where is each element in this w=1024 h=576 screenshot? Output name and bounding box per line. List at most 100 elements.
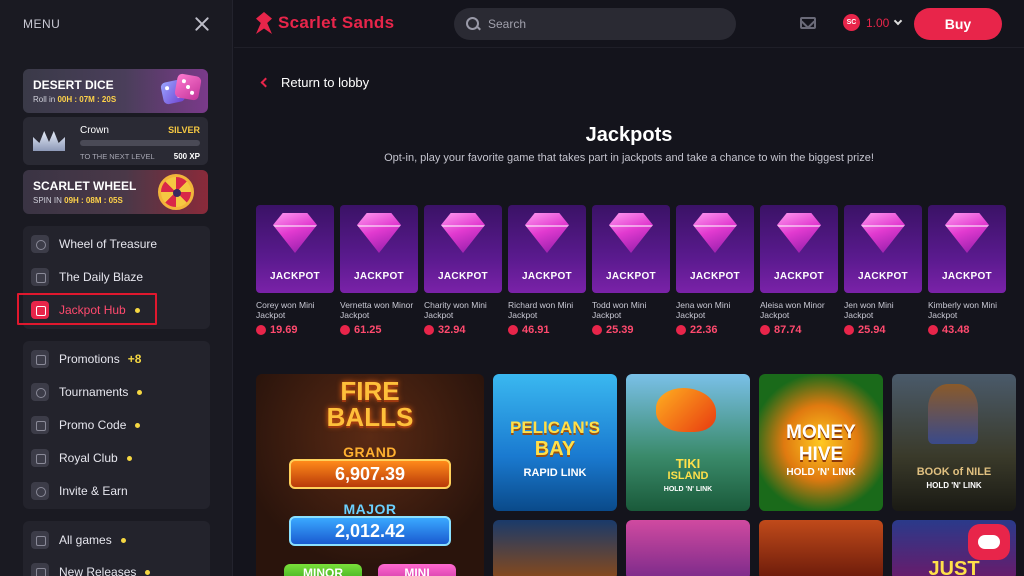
game-tile-temple[interactable]: [759, 520, 883, 576]
jackpot-amount: 43.48: [928, 324, 1006, 336]
dice-icon: [159, 73, 202, 109]
minor-label: MINOR: [284, 564, 362, 576]
scarlet-logo-icon: [256, 12, 272, 34]
crown-level-card[interactable]: Crown SILVER TO THE NEXT LEVEL 500 XP: [23, 117, 208, 165]
sidebar-item-label: Invite & Earn: [59, 484, 128, 498]
jackpot-winner-text: Todd won Mini Jackpot: [592, 300, 647, 320]
sidebar-item-daily-blaze[interactable]: The Daily Blaze: [31, 264, 143, 290]
menu-header: MENU: [0, 0, 232, 48]
desert-dice-card[interactable]: DESERT DICE Roll in 00H : 07M : 20S: [23, 69, 208, 113]
brand-name: Scarlet Sands: [278, 13, 395, 32]
jackpot-art: JACKPOT: [508, 205, 586, 293]
crown-tier: SILVER: [168, 125, 200, 135]
mini-label: MINI: [378, 564, 456, 576]
page-title: Jackpots: [585, 124, 673, 146]
jackpot-card[interactable]: JACKPOT Charity won Mini Jackpot 32.94: [424, 205, 502, 336]
jackpot-card[interactable]: JACKPOT Jena won Mini Jackpot 22.36: [676, 205, 754, 336]
jackpot-card[interactable]: JACKPOT Jen won Mini Jackpot 25.94: [844, 205, 922, 336]
coin-icon: [508, 325, 518, 335]
return-to-lobby-link[interactable]: Return to lobby: [260, 75, 370, 90]
jackpot-amount: 25.39: [592, 324, 670, 336]
page-subtitle: Opt-in, play your favorite game that tak…: [384, 152, 874, 164]
adventurer-icon: [928, 384, 978, 444]
jackpot-card[interactable]: JACKPOT Todd won Mini Jackpot 25.39: [592, 205, 670, 336]
chat-icon: [978, 535, 1000, 549]
sidebar-item-all-games[interactable]: All games: [31, 527, 126, 553]
game-tile-koala[interactable]: [626, 520, 750, 576]
jackpot-art: JACKPOT: [256, 205, 334, 293]
jackpot-card[interactable]: JACKPOT Vernetta won Minor Jackpot 61.25: [340, 205, 418, 336]
search-input[interactable]: [488, 17, 718, 31]
jackpot-winner-text: Jen won Mini Jackpot: [844, 300, 894, 320]
sidebar-item-promo-code[interactable]: Promo Code: [31, 412, 141, 438]
gem-icon: [273, 213, 317, 253]
crown-icon: [29, 125, 69, 157]
scarlet-wheel-card[interactable]: SCARLET WHEEL SPIN IN 09H : 08M : 05S: [23, 170, 208, 214]
brand-logo[interactable]: Scarlet Sands: [256, 12, 394, 34]
jackpot-amount: 46.91: [508, 324, 586, 336]
sidebar-item-label: Promotions: [59, 352, 120, 366]
trophy-icon: [31, 383, 49, 401]
game-tile-tiki-island[interactable]: TIKI ISLAND HOLD 'N' LINK: [626, 374, 750, 511]
nav-group-games: All games New Releases: [23, 521, 210, 576]
chevron-down-icon: [894, 16, 903, 26]
calendar-icon: [31, 268, 49, 286]
buy-button[interactable]: Buy: [914, 8, 1002, 40]
gem-icon: [441, 213, 485, 253]
sidebar-item-label: The Daily Blaze: [59, 270, 144, 284]
jackpot-icon: [31, 301, 49, 319]
notification-dot: [137, 389, 143, 395]
gem-icon: [357, 213, 401, 253]
next-level-label: TO THE NEXT LEVEL: [80, 152, 155, 161]
notification-dot: [134, 307, 140, 313]
major-label: MAJOR: [343, 501, 397, 517]
close-icon[interactable]: [194, 16, 210, 32]
sidebar-item-wheel-of-treasure[interactable]: Wheel of Treasure: [31, 231, 157, 257]
sidebar-item-invite-earn[interactable]: Invite & Earn: [31, 478, 128, 504]
game-tile-pelicans-bay[interactable]: PELICAN'S BAY RAPID LINK: [493, 374, 617, 511]
sidebar-item-promotions[interactable]: Promotions +8: [31, 346, 141, 372]
game-tile-money-hive[interactable]: MONEY HIVE HOLD 'N' LINK: [759, 374, 883, 511]
sidebar-item-label: All games: [59, 533, 112, 547]
jackpot-amount: 87.74: [760, 324, 838, 336]
jackpot-card[interactable]: JACKPOT Aleisa won Minor Jackpot 87.74: [760, 205, 838, 336]
top-header: Scarlet Sands SC 1.00 Buy: [234, 0, 1024, 48]
jackpot-amount: 32.94: [424, 324, 502, 336]
grand-label: GRAND: [343, 444, 397, 460]
sidebar-item-royal-club[interactable]: Royal Club: [31, 445, 132, 471]
fortune-wheel-icon: [158, 174, 194, 210]
sparkle-icon: [31, 563, 49, 576]
chat-button[interactable]: [968, 524, 1010, 560]
grand-jackpot-value: 6,907.39: [289, 459, 451, 489]
jackpot-winner-text: Richard won Mini Jackpot: [508, 300, 574, 320]
search-bar[interactable]: [454, 8, 736, 40]
coin-icon: [256, 325, 266, 335]
sidebar-item-new-releases[interactable]: New Releases: [31, 559, 151, 576]
sidebar-item-label: Wheel of Treasure: [59, 237, 158, 251]
game-tile-book-of-nile[interactable]: BOOK of NILE HOLD 'N' LINK: [892, 374, 1016, 511]
desert-dice-timer: Roll in 00H : 07M : 20S: [33, 95, 117, 104]
jackpot-winner-text: Vernetta won Minor Jackpot: [340, 300, 414, 320]
jackpot-winner-text: Charity won Mini Jackpot: [424, 300, 487, 320]
jackpot-card[interactable]: JACKPOT Corey won Mini Jackpot 19.69: [256, 205, 334, 336]
chevron-left-icon: [260, 77, 271, 88]
gem-icon: [609, 213, 653, 253]
notification-dot: [126, 455, 132, 461]
jackpot-amount: 22.36: [676, 324, 754, 336]
fire-balls-title: FIRE BALLS: [326, 376, 414, 432]
gem-icon: [777, 213, 821, 253]
sidebar-item-tournaments[interactable]: Tournaments: [31, 379, 143, 405]
balance-selector[interactable]: SC 1.00: [843, 14, 903, 31]
mail-icon[interactable]: [800, 17, 816, 29]
jackpot-card[interactable]: JACKPOT Richard won Mini Jackpot 46.91: [508, 205, 586, 336]
sidebar-item-jackpot-hub[interactable]: Jackpot Hub: [31, 297, 140, 323]
xp-value: 500 XP: [173, 152, 200, 161]
gem-icon: [693, 213, 737, 253]
return-label: Return to lobby: [281, 75, 370, 90]
coin-icon: [340, 325, 350, 335]
jackpot-winner-text: Aleisa won Minor Jackpot: [760, 300, 825, 320]
fire-balls-featured-game[interactable]: FIRE BALLS GRAND 6,907.39 MAJOR 2,012.42…: [256, 374, 484, 576]
jackpot-card[interactable]: JACKPOT Kimberly won Mini Jackpot 43.48: [928, 205, 1006, 336]
jackpot-amount: 25.94: [844, 324, 922, 336]
game-tile-buffalo[interactable]: [493, 520, 617, 576]
